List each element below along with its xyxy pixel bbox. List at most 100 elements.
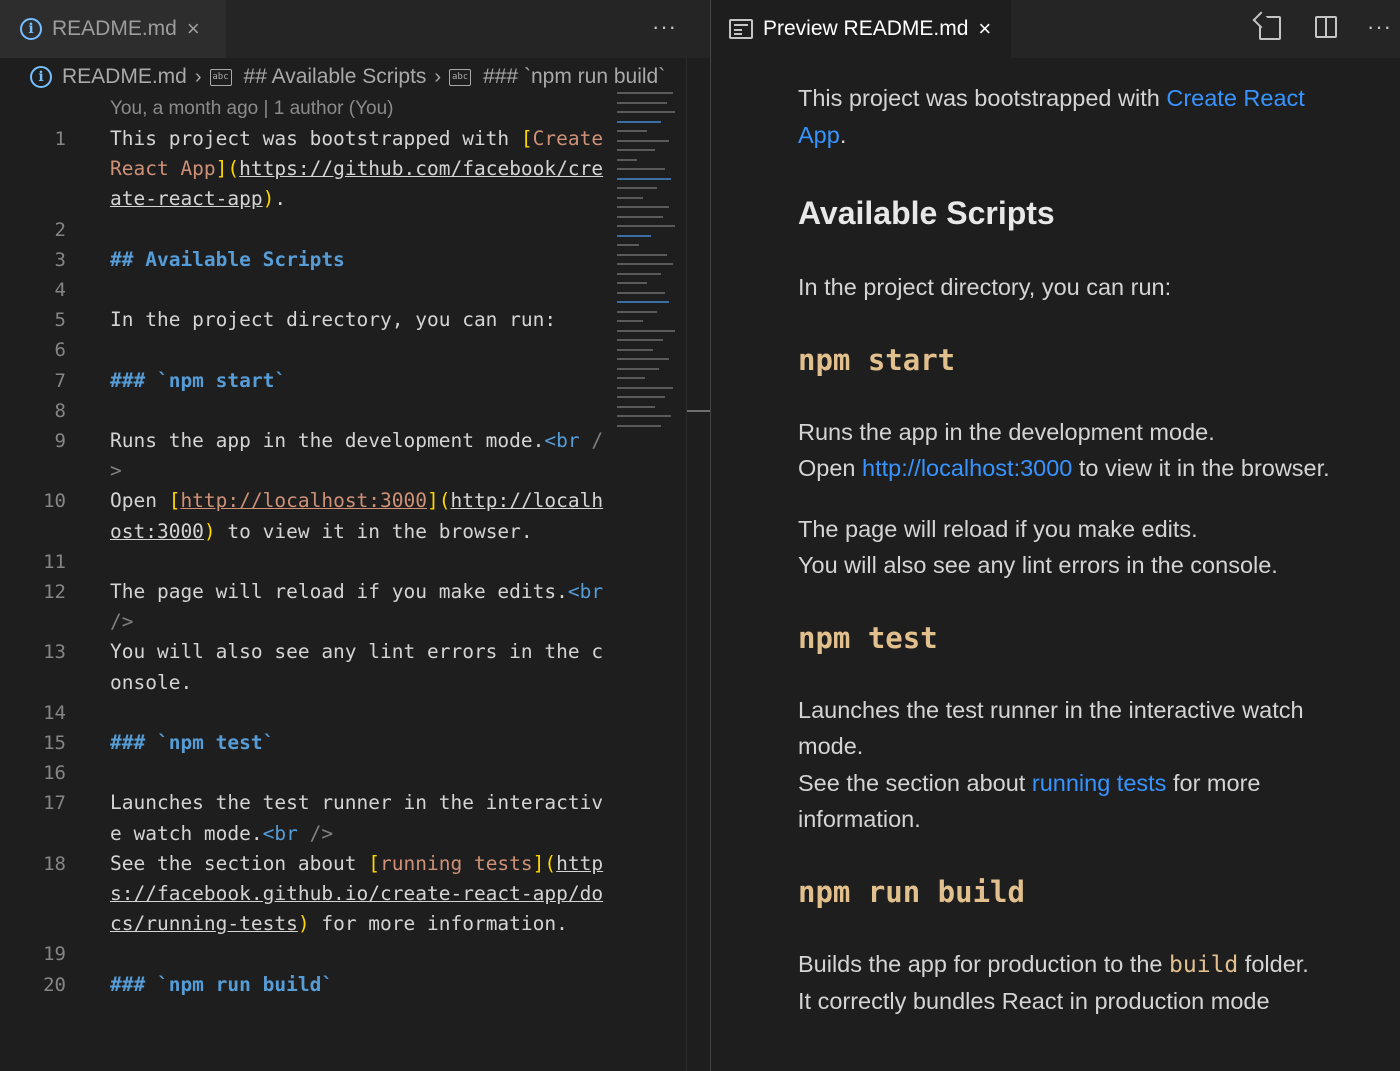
minimap-line: [617, 215, 663, 218]
minimap-line: [617, 92, 673, 94]
preview-heading-available-scripts: Available Scripts: [798, 195, 1055, 231]
editor-group-right: Preview README.md × ··· This project was…: [711, 0, 1400, 1071]
minimap-line: [617, 272, 661, 275]
more-actions-icon[interactable]: ···: [1367, 14, 1392, 40]
codelens-blame[interactable]: You, a month ago | 1 author (You): [110, 98, 393, 120]
more-actions-icon[interactable]: ···: [652, 14, 677, 40]
open-source-icon[interactable]: [1259, 16, 1281, 40]
code-tag: <br: [544, 428, 580, 452]
minimap-line: [617, 225, 675, 227]
code-text: The page will reload if you make edits.: [110, 579, 568, 603]
code-tag: <br: [567, 579, 604, 603]
code-text: Open: [110, 489, 169, 513]
code-text: Runs the app in the development mode.: [110, 428, 545, 452]
code-line: 17 Launches the test runner in the inter…: [0, 788, 610, 848]
minimap-line: [617, 301, 669, 303]
code-text: Launches the test runner in the interact…: [110, 791, 604, 845]
minimap-line: [617, 234, 651, 237]
code-bracket: [: [168, 489, 181, 513]
code-line: 20 ### `npm run build`: [0, 970, 610, 1000]
tab-preview-readme[interactable]: Preview README.md ×: [711, 0, 1011, 58]
minimap-line: [617, 405, 655, 408]
markdown-preview: This project was bootstrapped with Creat…: [798, 80, 1338, 1044]
code-tag-close: />: [297, 821, 334, 845]
code-bracket: ]: [215, 157, 228, 181]
minimap-line: [617, 187, 657, 189]
preview-paragraph: This project was bootstrapped with Creat…: [798, 80, 1338, 153]
close-icon[interactable]: ×: [187, 16, 200, 42]
close-icon[interactable]: ×: [978, 16, 991, 42]
preview-paragraph: Launches the test runner in the interact…: [798, 692, 1338, 838]
minimap-line: [617, 386, 673, 389]
tab-label: Preview README.md: [763, 17, 969, 40]
minimap-line: [617, 130, 647, 132]
code-text: .: [274, 187, 287, 211]
scrollbar-slider[interactable]: [687, 410, 711, 412]
tab-readme[interactable]: i README.md ×: [0, 0, 226, 58]
preview-heading-npm-run-build: npm run build: [798, 874, 1025, 909]
code-line: 12 The page will reload if you make edit…: [0, 577, 610, 637]
preview-text: You will also see any lint errors in the…: [798, 552, 1278, 578]
minimap-line: [617, 149, 655, 151]
editor-group-left: i README.md × ··· i README.md › abc ## A…: [0, 0, 711, 1071]
preview-heading-npm-start: npm start: [798, 342, 956, 377]
preview-text: This project was bootstrapped with: [798, 85, 1167, 111]
scrollbar-track[interactable]: [686, 58, 687, 1071]
code-text: This project was bootstrapped with: [110, 127, 521, 150]
code-text: to view it in the browser.: [215, 519, 533, 543]
code-line: 4: [0, 275, 610, 305]
minimap-line: [617, 396, 665, 398]
breadcrumb-file[interactable]: README.md: [62, 65, 187, 89]
inline-code: build: [1169, 951, 1239, 978]
line-content: ### `npm start`: [110, 368, 287, 392]
minimap-line: [617, 120, 661, 123]
code-bracket: (: [227, 157, 240, 181]
line-number: 2: [54, 218, 66, 241]
abc-symbol-icon: abc: [209, 68, 232, 86]
preview-paragraph: The page will reload if you make edits. Y…: [798, 511, 1338, 584]
line-number: 12: [43, 580, 66, 603]
line-content: Open [http://localhost:3000](http://loca…: [110, 486, 610, 546]
code-bracket: ): [297, 912, 310, 936]
breadcrumb-subsection[interactable]: ### `npm run build`: [483, 65, 665, 89]
line-number: 11: [43, 550, 66, 573]
breadcrumb: i README.md › abc ## Available Scripts ›…: [0, 58, 711, 96]
line-number: 20: [43, 973, 66, 996]
minimap-line: [617, 310, 657, 313]
line-number: 4: [54, 279, 66, 301]
code-line: 18 See the section about [running tests]…: [0, 849, 610, 940]
minimap-line: [617, 320, 643, 322]
line-content: Launches the test runner in the interact…: [110, 788, 610, 848]
code-bracket: [: [520, 127, 533, 150]
minimap-line: [617, 424, 661, 427]
running-tests-link[interactable]: running tests: [1032, 770, 1167, 796]
line-content: The page will reload if you make edits.<…: [110, 577, 610, 637]
code-bracket: ): [262, 187, 275, 211]
editor-tab-bar: i README.md × ···: [0, 0, 711, 58]
code-line: 19: [0, 939, 610, 969]
info-icon: i: [30, 66, 52, 88]
preview-text: It correctly bundles React in production…: [798, 988, 1270, 1014]
chevron-right-icon: ›: [434, 65, 442, 88]
minimap-line: [617, 367, 659, 370]
split-editor-icon[interactable]: [1315, 16, 1337, 38]
tab-label: README.md: [52, 17, 177, 40]
abc-symbol-icon: abc: [449, 68, 472, 86]
code-editor[interactable]: 1 This project was bootstrapped with [Cr…: [0, 124, 610, 1000]
minimap-line: [617, 377, 645, 379]
breadcrumb-section[interactable]: ## Available Scripts: [244, 65, 427, 89]
line-number: 1: [54, 128, 66, 150]
line-content: In the project directory, you can run:: [110, 308, 557, 332]
localhost-link[interactable]: http://localhost:3000: [862, 455, 1072, 481]
code-bracket: (: [544, 851, 557, 875]
minimap[interactable]: [617, 92, 681, 442]
line-content: ### `npm run build`: [110, 972, 334, 996]
preview-paragraph: Runs the app in the development mode. Ope…: [798, 414, 1338, 487]
code-line: 8: [0, 396, 610, 426]
minimap-line: [617, 358, 669, 360]
line-number: 14: [43, 701, 66, 724]
minimap-line: [617, 158, 637, 161]
preview-text: The page will reload if you make edits.: [798, 515, 1198, 542]
preview-text: Launches the test runner in the interact…: [798, 696, 1304, 760]
minimap-line: [617, 282, 647, 284]
